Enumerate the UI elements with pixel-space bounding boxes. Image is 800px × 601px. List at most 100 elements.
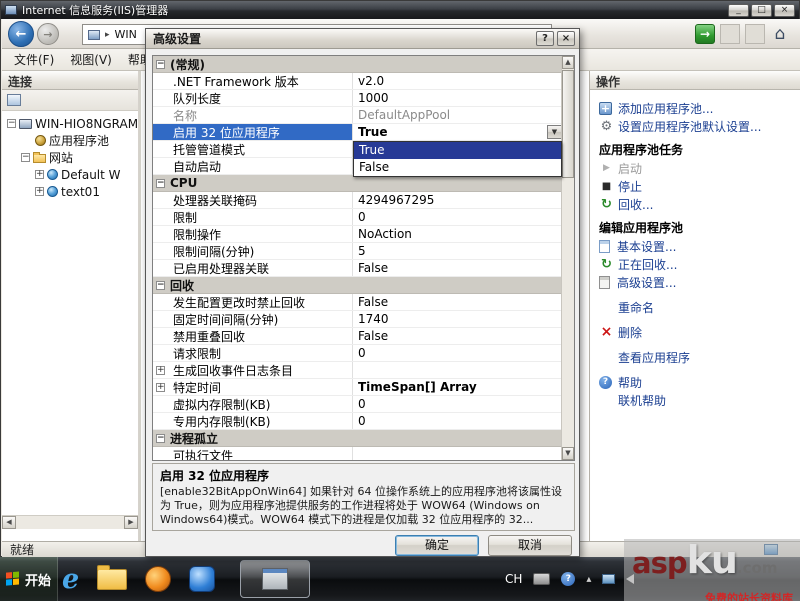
- tray-display-icon[interactable]: [602, 574, 616, 584]
- expand-icon[interactable]: +: [35, 187, 44, 196]
- action-help[interactable]: 帮助: [599, 373, 796, 391]
- expand-icon[interactable]: +: [35, 170, 44, 179]
- menu-item[interactable]: 视图(V): [62, 49, 120, 70]
- tree-node[interactable]: 应用程序池: [2, 132, 138, 149]
- grid-property-row[interactable]: 可执行文件: [153, 447, 563, 460]
- dialog-titlebar[interactable]: 高级设置 ? ×: [146, 29, 579, 49]
- close-button[interactable]: ×: [774, 3, 795, 17]
- grid-property-row[interactable]: + 特定时间 TimeSpan[] Array: [153, 379, 563, 396]
- collapse-icon[interactable]: −: [156, 59, 165, 69]
- grid-property-row[interactable]: 名称 DefaultAppPool: [153, 107, 563, 124]
- scrollbar-thumb[interactable]: [562, 70, 574, 178]
- file-explorer-icon[interactable]: [97, 564, 128, 590]
- grid-property-row[interactable]: .NET Framework 版本 v2.0: [153, 73, 563, 90]
- action-group-header: 编辑应用程序池: [599, 221, 684, 235]
- vertical-scrollbar[interactable]: [561, 56, 574, 460]
- action-online-help[interactable]: 联机帮助: [599, 391, 796, 409]
- iis-manager-taskbar-button[interactable]: [240, 560, 310, 598]
- internet-explorer-icon[interactable]: [62, 566, 79, 593]
- printer-icon[interactable]: [533, 573, 551, 585]
- action-view-applications[interactable]: 查看应用程序: [599, 348, 796, 366]
- action-recycling[interactable]: 正在回收...: [599, 255, 796, 273]
- ok-button[interactable]: 确定: [395, 535, 479, 556]
- scroll-down-icon[interactable]: [562, 447, 574, 460]
- messenger-icon[interactable]: [189, 566, 216, 592]
- window-titlebar[interactable]: Internet 信息服务(IIS)管理器 _ □ ×: [1, 1, 799, 19]
- grid-property-row[interactable]: 启用 32 位应用程序 True: [153, 124, 563, 141]
- menu-item[interactable]: 文件(F): [6, 49, 62, 70]
- scroll-right-icon[interactable]: [124, 516, 138, 529]
- browser-icon[interactable]: [145, 566, 172, 592]
- expand-icon[interactable]: +: [156, 382, 165, 392]
- horizontal-scrollbar[interactable]: [2, 515, 138, 529]
- grid-property-row[interactable]: 禁用重叠回收 False: [153, 328, 563, 345]
- action-add-app-pool[interactable]: 添加应用程序池...: [599, 99, 796, 117]
- tree-node[interactable]: + text01: [2, 183, 138, 200]
- action-basic-settings[interactable]: 基本设置...: [599, 237, 796, 255]
- back-button[interactable]: [8, 21, 34, 47]
- category-label: (常规): [170, 57, 205, 72]
- cancel-button[interactable]: 取消: [488, 535, 572, 556]
- action-set-app-pool-defaults[interactable]: 设置应用程序池默认设置...: [599, 117, 796, 135]
- grid-property-row[interactable]: 处理器关联掩码 4294967295: [153, 192, 563, 209]
- action-group-header: 应用程序池任务: [599, 143, 684, 157]
- grid-property-row[interactable]: 队列长度 1000: [153, 90, 563, 107]
- action-stop[interactable]: 停止: [599, 177, 796, 195]
- collapse-icon[interactable]: −: [7, 119, 16, 128]
- tray-help-icon[interactable]: [561, 572, 576, 586]
- property-value: False: [358, 329, 389, 343]
- collapse-icon[interactable]: −: [156, 433, 165, 443]
- dialog-close-icon[interactable]: ×: [557, 31, 575, 46]
- grid-property-row[interactable]: 虚拟内存限制(KB) 0: [153, 396, 563, 413]
- grid-property-row[interactable]: 固定时间间隔(分钟) 1740: [153, 311, 563, 328]
- scroll-up-icon[interactable]: [562, 56, 574, 69]
- grid-property-row[interactable]: 限制操作 NoAction: [153, 226, 563, 243]
- property-value: False: [358, 261, 389, 275]
- grid-property-row[interactable]: 专用内存限制(KB) 0: [153, 413, 563, 430]
- collapse-icon[interactable]: −: [156, 178, 165, 188]
- tree-node[interactable]: − WIN-HIO8NGRAMNE: [2, 115, 138, 132]
- dialog-help-icon[interactable]: ?: [536, 31, 554, 46]
- grid-property-row[interactable]: 请求限制 0: [153, 345, 563, 362]
- property-value: 1000: [358, 91, 389, 105]
- property-label: 限制操作: [173, 227, 222, 242]
- grid-property-row[interactable]: 发生配置更改时禁止回收 False: [153, 294, 563, 311]
- minimize-button[interactable]: _: [728, 3, 749, 17]
- add-connection-icon[interactable]: [7, 94, 21, 106]
- home-icon[interactable]: [770, 24, 790, 44]
- forward-button[interactable]: [37, 23, 59, 45]
- collapse-icon[interactable]: −: [156, 280, 165, 290]
- expand-icon[interactable]: +: [156, 365, 165, 375]
- grid-property-row[interactable]: 限制间隔(分钟) 5: [153, 243, 563, 260]
- blank-icon: [599, 300, 614, 314]
- action-advanced-settings[interactable]: 高级设置...: [599, 273, 796, 291]
- grid-category-row[interactable]: − (常规): [153, 56, 563, 73]
- grid-category-row[interactable]: − CPU: [153, 175, 563, 192]
- actions-panel: 操作 添加应用程序池... 设置应用程序池默认设置... 应用程序池任务启动停止回收…: [589, 71, 800, 541]
- tree-node[interactable]: + Default W: [2, 166, 138, 183]
- language-indicator[interactable]: CH: [505, 572, 522, 586]
- maximize-button[interactable]: □: [751, 3, 772, 17]
- grid-property-row[interactable]: 限制 0: [153, 209, 563, 226]
- property-value: 1740: [358, 312, 389, 326]
- category-label: CPU: [170, 176, 198, 190]
- dropdown-option[interactable]: True: [354, 142, 561, 159]
- green-arrow-icon[interactable]: [695, 24, 715, 44]
- start-button[interactable]: 开始: [0, 557, 58, 601]
- disabled-tool-icon: [745, 24, 765, 44]
- chevron-up-icon[interactable]: [586, 574, 591, 585]
- action-recycle[interactable]: 回收...: [599, 195, 796, 213]
- dropdown-button-icon[interactable]: [547, 125, 562, 139]
- connections-panel: 连接 − WIN-HIO8NGRAMNE 应用程序池 − 网站 + Default W + te…: [2, 71, 141, 541]
- action-rename[interactable]: 重命名: [599, 298, 796, 316]
- tree-node-label: 应用程序池: [49, 134, 110, 148]
- tree-node[interactable]: − 网站: [2, 149, 138, 166]
- dropdown-option[interactable]: False: [354, 159, 561, 176]
- grid-category-row[interactable]: − 进程孤立: [153, 430, 563, 447]
- scroll-left-icon[interactable]: [2, 516, 16, 529]
- grid-property-row[interactable]: 已启用处理器关联 False: [153, 260, 563, 277]
- collapse-icon[interactable]: −: [21, 153, 30, 162]
- action-delete[interactable]: 删除: [599, 323, 796, 341]
- grid-category-row[interactable]: − 回收: [153, 277, 563, 294]
- grid-property-row[interactable]: + 生成回收事件日志条目: [153, 362, 563, 379]
